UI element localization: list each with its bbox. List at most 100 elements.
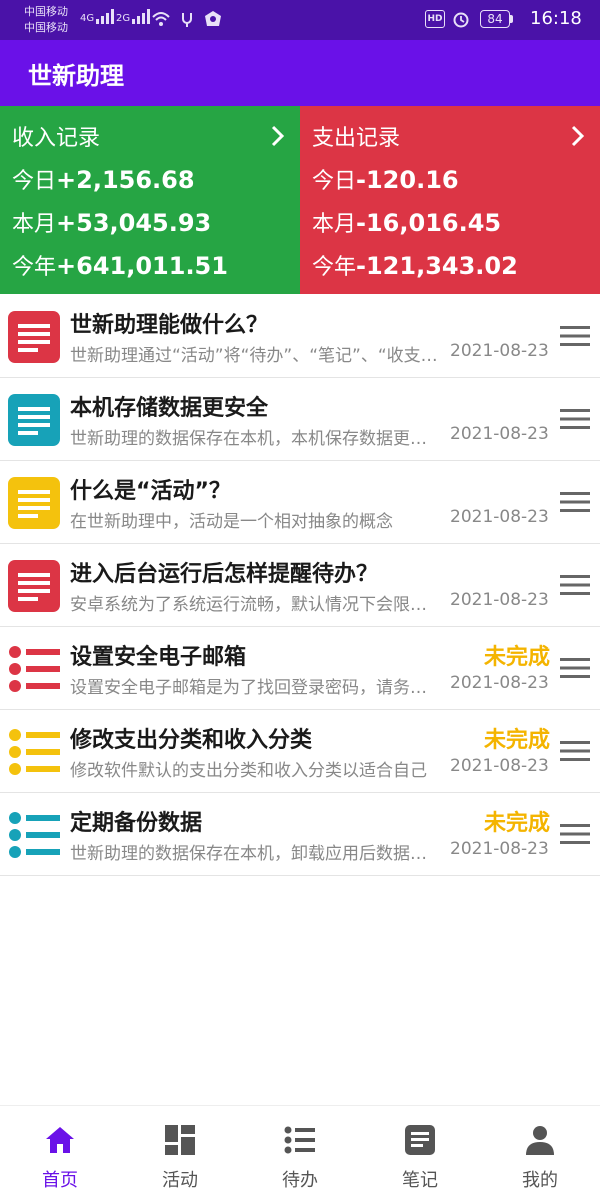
list-item[interactable]: 世新助理能做什么？ 世新助理通过“活动”将“待办”、“笔记”、“收支”等功能关联… <box>0 295 600 378</box>
carrier-2: 中国移动 <box>24 21 68 34</box>
signal-bars-icon <box>96 8 115 24</box>
drag-handle-icon[interactable] <box>560 740 590 762</box>
nav-label: 活动 <box>162 1170 198 1191</box>
income-year-value: +641,011.51 <box>56 252 228 280</box>
item-title: 什么是“活动”？ <box>70 479 231 504</box>
expense-month-label: 本月 <box>312 212 357 237</box>
network-type-1: 4G <box>80 13 95 24</box>
list-item[interactable]: 设置安全电子邮箱 未完成 设置安全电子邮箱是为了找回登录密码，请务必设置 202… <box>0 627 600 710</box>
nav-tab-3[interactable]: 笔记 <box>360 1106 480 1200</box>
item-title: 定期备份数据 <box>70 811 203 836</box>
item-summary: 世新助理的数据保存在本机，卸载应用后数据将丢失 <box>70 844 440 864</box>
app-bar: 世新助理 <box>0 40 600 106</box>
expense-year-label: 今年 <box>312 255 357 280</box>
item-summary: 世新助理的数据保存在本机，本机保存数据更加安全 <box>70 429 440 449</box>
income-year-label: 今年 <box>12 255 57 280</box>
item-summary: 修改软件默认的支出分类和收入分类以适合自己 <box>70 761 427 781</box>
list-item[interactable]: 修改支出分类和收入分类 未完成 修改软件默认的支出分类和收入分类以适合自己 20… <box>0 710 600 793</box>
battery-icon: 84 <box>480 10 510 28</box>
todo-list-icon <box>8 809 60 861</box>
nav-label: 我的 <box>522 1170 558 1191</box>
income-month-label: 本月 <box>12 212 57 237</box>
signal-2: 2G <box>116 8 151 24</box>
list-item[interactable]: 本机存储数据更安全 世新助理的数据保存在本机，本机保存数据更加安全 2021-0… <box>0 378 600 461</box>
chevron-right-icon[interactable] <box>568 124 588 148</box>
list-item[interactable]: 什么是“活动”？ 在世新助理中，活动是一个相对抽象的概念 2021-08-23 <box>0 461 600 544</box>
income-today: 今日+2,156.68 <box>12 163 195 195</box>
nav-tab-0[interactable]: 首页 <box>0 1106 120 1200</box>
alarm-icon <box>453 12 469 28</box>
item-date: 2021-08-23 <box>450 507 549 527</box>
notes-icon <box>404 1124 436 1156</box>
drag-handle-icon[interactable] <box>560 657 590 679</box>
list-item[interactable]: 定期备份数据 未完成 世新助理的数据保存在本机，卸载应用后数据将丢失 2021-… <box>0 793 600 876</box>
item-date: 2021-08-23 <box>450 341 549 361</box>
note-icon <box>8 560 60 612</box>
item-date: 2021-08-23 <box>450 756 549 776</box>
signal-1: 4G <box>80 8 115 24</box>
clock: 16:18 <box>530 8 582 29</box>
usb-icon <box>182 13 192 27</box>
nav-label: 笔记 <box>402 1170 438 1191</box>
expense-today: 今日-120.16 <box>312 163 459 195</box>
expense-card[interactable]: 支出记录 今日-120.16 本月-16,016.45 今年-121,343.0… <box>300 106 600 294</box>
carrier-names: 中国移动 中国移动 <box>24 4 68 36</box>
person-icon <box>524 1124 556 1156</box>
item-summary: 设置安全电子邮箱是为了找回登录密码，请务必设置 <box>70 678 440 698</box>
item-title: 设置安全电子邮箱 <box>70 645 247 670</box>
item-list: 世新助理能做什么？ 世新助理通过“活动”将“待办”、“笔记”、“收支”等功能关联… <box>0 295 600 876</box>
drag-handle-icon[interactable] <box>560 408 590 430</box>
status-badge: 未完成 <box>483 728 550 753</box>
drag-handle-icon[interactable] <box>560 491 590 513</box>
income-today-value: +2,156.68 <box>56 166 195 194</box>
item-title: 修改支出分类和收入分类 <box>70 728 313 753</box>
bottom-nav: 首页 活动 待办 笔记 我的 <box>0 1105 600 1200</box>
expense-month-value: -16,016.45 <box>356 209 502 237</box>
list-item[interactable]: 进入后台运行后怎样提醒待办？ 安卓系统为了系统运行流畅，默认情况下会限制后台运行… <box>0 544 600 627</box>
note-icon <box>8 394 60 446</box>
item-summary: 安卓系统为了系统运行流畅，默认情况下会限制后台运行 <box>70 595 440 615</box>
income-today-label: 今日 <box>12 169 57 194</box>
item-date: 2021-08-23 <box>450 424 549 444</box>
income-year: 今年+641,011.51 <box>12 249 228 281</box>
wifi-icon <box>152 12 170 26</box>
hd-badge: HD <box>425 10 445 28</box>
expense-month: 本月-16,016.45 <box>312 206 501 238</box>
network-type-2: 2G <box>116 13 131 24</box>
expense-title: 支出记录 <box>312 126 401 151</box>
expense-year: 今年-121,343.02 <box>312 249 518 281</box>
nav-tab-2[interactable]: 待办 <box>240 1106 360 1200</box>
list-icon <box>284 1124 316 1156</box>
dashboard-icon <box>164 1124 196 1156</box>
note-icon <box>8 311 60 363</box>
nav-tab-4[interactable]: 我的 <box>480 1106 600 1200</box>
battery-level: 84 <box>487 12 503 26</box>
status-bar: 中国移动 中国移动 4G 2G HD 84 16:18 <box>0 0 600 40</box>
item-date: 2021-08-23 <box>450 839 549 859</box>
home-icon <box>44 1124 76 1156</box>
item-date: 2021-08-23 <box>450 673 549 693</box>
nav-label: 待办 <box>282 1170 318 1191</box>
app-notification-icon <box>205 11 221 26</box>
app-title: 世新助理 <box>28 62 124 90</box>
chevron-right-icon[interactable] <box>268 124 288 148</box>
drag-handle-icon[interactable] <box>560 823 590 845</box>
drag-handle-icon[interactable] <box>560 574 590 596</box>
expense-today-value: -120.16 <box>356 166 459 194</box>
expense-today-label: 今日 <box>312 169 357 194</box>
battery-tip <box>510 15 513 23</box>
status-badge: 未完成 <box>483 645 550 670</box>
note-icon <box>8 477 60 529</box>
drag-handle-icon[interactable] <box>560 325 590 347</box>
item-title: 本机存储数据更安全 <box>70 396 269 421</box>
status-badge: 未完成 <box>483 811 550 836</box>
income-month: 本月+53,045.93 <box>12 206 211 238</box>
item-title: 世新助理能做什么？ <box>70 313 269 338</box>
signal-bars-icon <box>132 8 151 24</box>
item-title: 进入后台运行后怎样提醒待办？ <box>70 562 379 587</box>
income-card[interactable]: 收入记录 今日+2,156.68 本月+53,045.93 今年+641,011… <box>0 106 300 294</box>
item-date: 2021-08-23 <box>450 590 549 610</box>
income-title: 收入记录 <box>12 126 101 151</box>
carrier-1: 中国移动 <box>24 5 68 18</box>
nav-tab-1[interactable]: 活动 <box>120 1106 240 1200</box>
